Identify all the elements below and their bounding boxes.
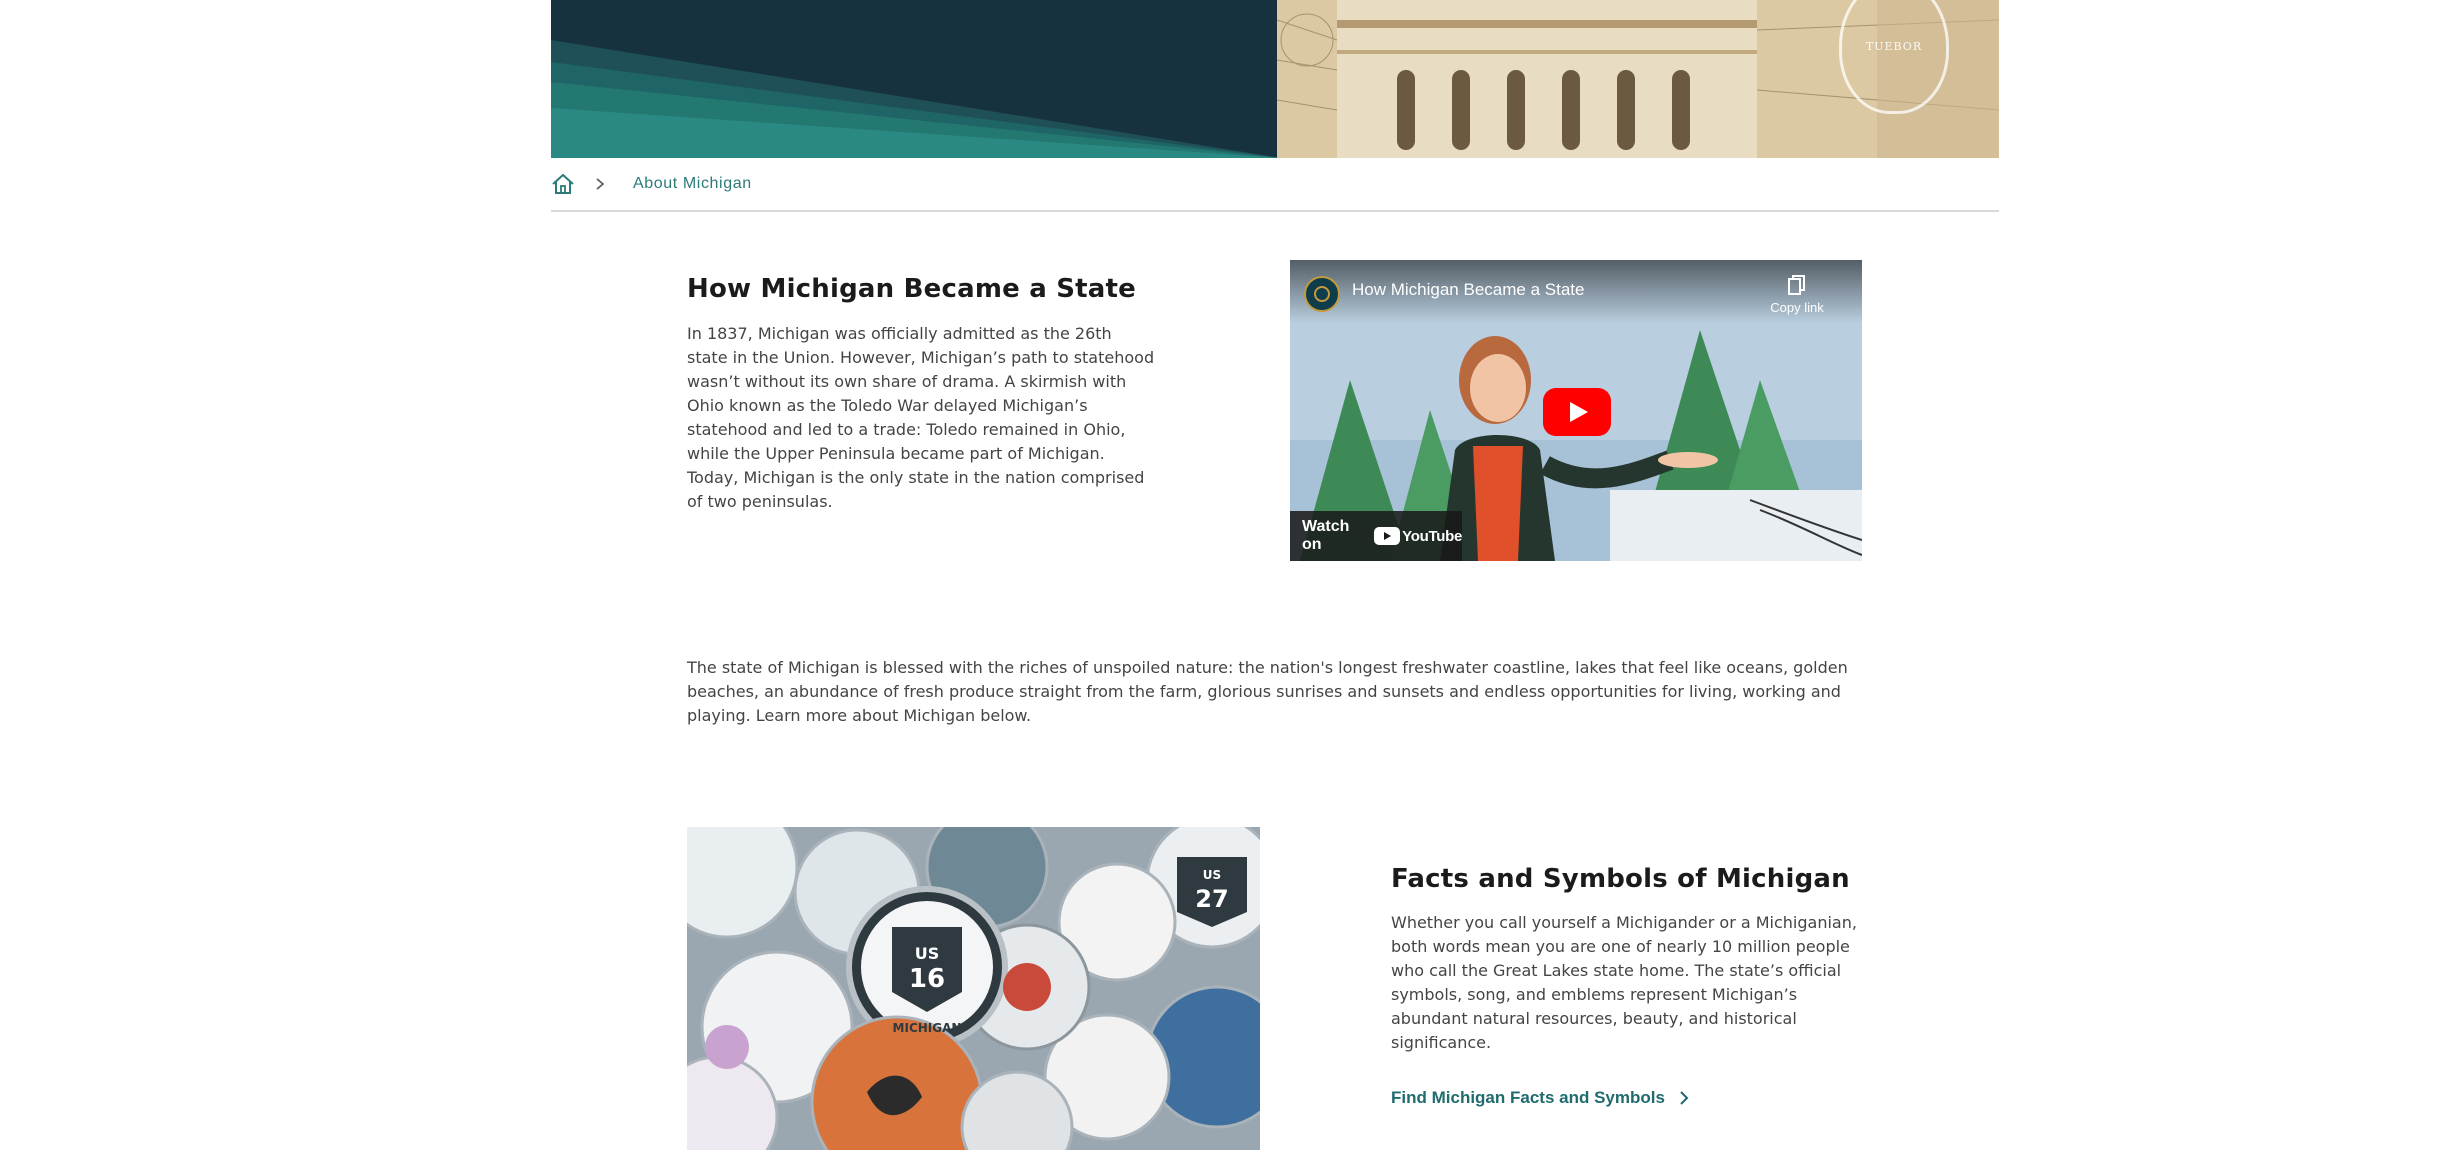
badge-27-label: 27 [1195,885,1228,913]
seal-motto: TUEBOR [1865,39,1923,53]
section-body-facts: Whether you call yourself a Michigander … [1391,913,1857,1052]
copy-link-button[interactable]: Copy link [1762,274,1832,315]
find-facts-link[interactable]: Find Michigan Facts and Symbols [1391,1088,1691,1108]
section-body-statehood: In 1837, Michigan was officially admitte… [687,324,1155,511]
breadcrumb-current[interactable]: About Michigan [633,175,752,193]
state-seal: TUEBOR [1839,0,1949,114]
home-icon[interactable] [551,171,577,197]
video-title[interactable]: How Michigan Became a State [1352,280,1584,300]
intro-paragraph: The state of Michigan is blessed with th… [687,658,1848,725]
youtube-play-icon [1374,527,1401,545]
capitol-photo: TUEBOR [1277,0,1999,158]
badge-us-27-label: US [1203,868,1221,882]
youtube-wordmark: YouTube [1402,527,1462,545]
section-title-statehood: How Michigan Became a State [687,274,1136,304]
chevron-right-icon [1679,1089,1691,1107]
breadcrumb: About Michigan [551,158,1999,212]
find-facts-label: Find Michigan Facts and Symbols [1391,1088,1665,1107]
video-embed[interactable]: How Michigan Became a State Copy link Wa… [1290,260,1862,561]
badge-16-label: 16 [909,964,945,994]
chevron-right-icon [595,177,609,191]
badge-us-label: US [915,944,940,963]
watch-on-youtube-button[interactable]: Watch on YouTube [1290,511,1462,561]
hero-graphic [551,0,1281,158]
channel-avatar[interactable] [1304,276,1340,312]
badge-michigan-label: MICHIGAN [893,1021,962,1035]
youtube-logo: YouTube [1374,527,1462,545]
copy-link-label: Copy link [1770,300,1824,315]
michigan-buttons-image: US 16 MICHIGAN US 27 [687,827,1260,1150]
copy-icon [1788,275,1805,295]
section-title-facts: Facts and Symbols of Michigan [1391,864,1850,894]
hero-banner: TUEBOR [551,0,1999,158]
watch-on-label: Watch on [1302,518,1350,553]
play-icon[interactable] [1543,388,1611,436]
